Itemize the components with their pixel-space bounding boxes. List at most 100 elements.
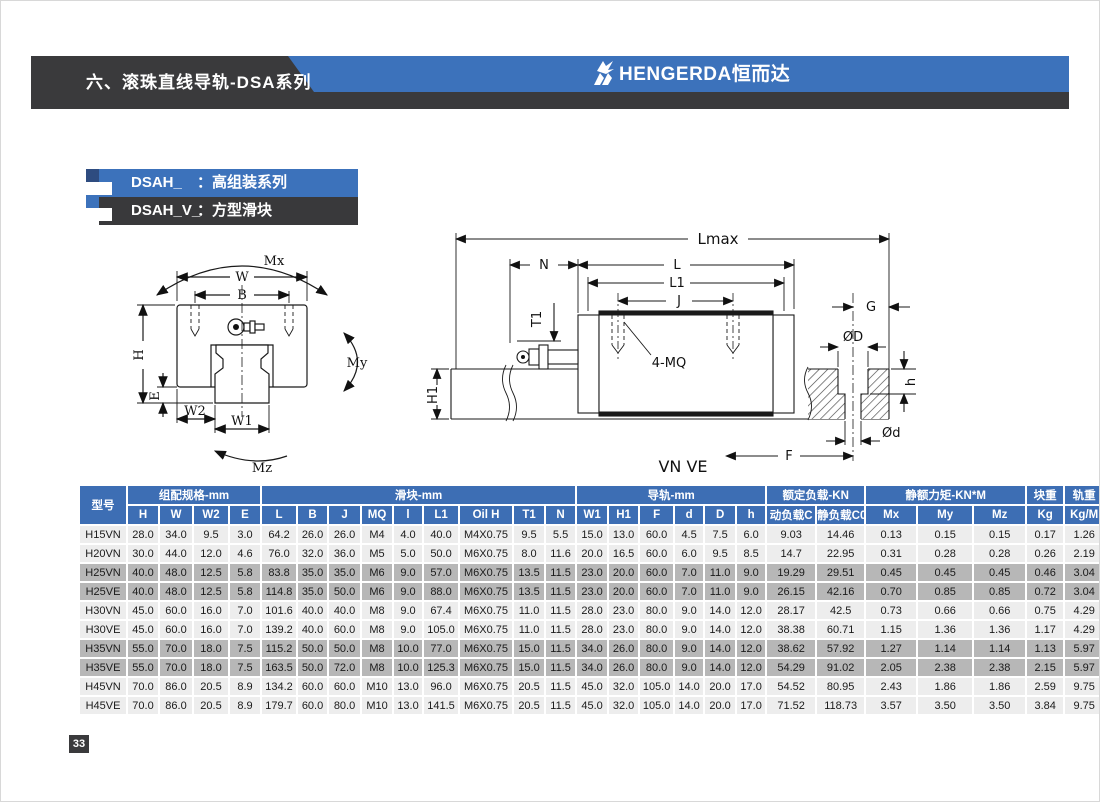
data-cell: 80.0 bbox=[640, 621, 673, 638]
page-title: 六、滚珠直线导轨-DSA系列 bbox=[86, 56, 312, 109]
data-cell: 60.0 bbox=[329, 678, 360, 695]
data-cell: 14.0 bbox=[675, 678, 703, 695]
data-cell: 3.50 bbox=[974, 697, 1025, 714]
column-header: D bbox=[705, 506, 735, 524]
data-cell: 139.2 bbox=[262, 621, 296, 638]
data-cell: 83.8 bbox=[262, 564, 296, 581]
group-header: 额定负载-KN bbox=[767, 486, 864, 504]
table-row: H25VN40.048.012.55.883.835.035.0M69.057.… bbox=[80, 564, 1100, 581]
model-cell: H25VN bbox=[80, 564, 126, 581]
data-cell: M4 bbox=[362, 526, 392, 543]
data-cell: M6 bbox=[362, 564, 392, 581]
data-cell: 0.45 bbox=[918, 564, 972, 581]
data-cell: 55.0 bbox=[128, 659, 158, 676]
data-cell: 50.0 bbox=[329, 640, 360, 657]
data-cell: 26.0 bbox=[609, 640, 638, 657]
model-cell: H15VN bbox=[80, 526, 126, 543]
data-cell: 50.0 bbox=[424, 545, 458, 562]
data-cell: 0.45 bbox=[974, 564, 1025, 581]
column-header-model: 型号 bbox=[80, 486, 126, 524]
data-cell: 2.05 bbox=[866, 659, 916, 676]
data-cell: 20.5 bbox=[194, 678, 228, 695]
data-cell: 11.5 bbox=[546, 697, 575, 714]
data-cell: 11.0 bbox=[514, 602, 544, 619]
data-cell: 67.4 bbox=[424, 602, 458, 619]
column-header: H1 bbox=[609, 506, 638, 524]
data-cell: 2.38 bbox=[918, 659, 972, 676]
column-header: W1 bbox=[577, 506, 607, 524]
data-cell: 7.0 bbox=[675, 583, 703, 600]
data-cell: 72.0 bbox=[329, 659, 360, 676]
data-cell: 40.0 bbox=[298, 621, 327, 638]
data-cell: 32.0 bbox=[298, 545, 327, 562]
data-cell: 28.0 bbox=[577, 621, 607, 638]
data-cell: 9.5 bbox=[705, 545, 735, 562]
page-number: 33 bbox=[69, 735, 89, 753]
column-header: Mx bbox=[866, 506, 916, 524]
data-cell: 20.5 bbox=[194, 697, 228, 714]
data-cell: M6X0.75 bbox=[460, 545, 512, 562]
dim-label-dia-d-small: Ød bbox=[882, 426, 900, 441]
dim-label-mz: Mz bbox=[252, 461, 272, 476]
data-cell: 29.51 bbox=[817, 564, 864, 581]
data-cell: 26.0 bbox=[609, 659, 638, 676]
data-cell: M6X0.75 bbox=[460, 564, 512, 581]
model-cell: H30VN bbox=[80, 602, 126, 619]
data-cell: 5.5 bbox=[546, 526, 575, 543]
data-cell: 71.52 bbox=[767, 697, 815, 714]
data-cell: 5.0 bbox=[394, 545, 422, 562]
data-cell: 80.0 bbox=[640, 640, 673, 657]
data-cell: 35.0 bbox=[329, 564, 360, 581]
data-cell: 23.0 bbox=[609, 602, 638, 619]
column-header: Mz bbox=[974, 506, 1025, 524]
data-cell: 9.75 bbox=[1065, 678, 1100, 695]
data-cell: 17.0 bbox=[737, 678, 765, 695]
data-cell: 0.15 bbox=[918, 526, 972, 543]
data-cell: M6 bbox=[362, 583, 392, 600]
table-row: H20VN30.044.012.04.676.032.036.0M55.050.… bbox=[80, 545, 1100, 562]
data-cell: 32.0 bbox=[609, 697, 638, 714]
data-cell: 5.8 bbox=[230, 583, 260, 600]
data-cell: 40.0 bbox=[128, 583, 158, 600]
column-header: d bbox=[675, 506, 703, 524]
data-cell: 105.0 bbox=[424, 621, 458, 638]
dim-label-my: My bbox=[347, 356, 368, 371]
data-cell: 96.0 bbox=[424, 678, 458, 695]
data-cell: 13.5 bbox=[514, 564, 544, 581]
data-cell: 3.04 bbox=[1065, 583, 1100, 600]
data-cell: 35.0 bbox=[298, 564, 327, 581]
column-header: L1 bbox=[424, 506, 458, 524]
group-header: 导轨-mm bbox=[577, 486, 765, 504]
data-cell: 11.5 bbox=[546, 659, 575, 676]
data-cell: 0.45 bbox=[866, 564, 916, 581]
data-cell: 1.27 bbox=[866, 640, 916, 657]
data-cell: 80.95 bbox=[817, 678, 864, 695]
dim-label-w: W bbox=[235, 270, 249, 285]
data-cell: 7.0 bbox=[230, 602, 260, 619]
data-cell: 125.3 bbox=[424, 659, 458, 676]
data-cell: 15.0 bbox=[514, 640, 544, 657]
data-cell: 91.02 bbox=[817, 659, 864, 676]
data-cell: 9.03 bbox=[767, 526, 815, 543]
data-cell: 34.0 bbox=[577, 640, 607, 657]
data-cell: M6X0.75 bbox=[460, 640, 512, 657]
data-cell: 18.0 bbox=[194, 659, 228, 676]
data-cell: 5.8 bbox=[230, 564, 260, 581]
data-cell: 12.0 bbox=[737, 659, 765, 676]
data-cell: 2.43 bbox=[866, 678, 916, 695]
data-cell: 118.73 bbox=[817, 697, 864, 714]
model-cell: H35VE bbox=[80, 659, 126, 676]
data-cell: M10 bbox=[362, 697, 392, 714]
data-cell: 105.0 bbox=[640, 697, 673, 714]
data-cell: 9.0 bbox=[675, 621, 703, 638]
data-cell: 11.5 bbox=[546, 564, 575, 581]
data-cell: 8.9 bbox=[230, 678, 260, 695]
column-header: Kg bbox=[1027, 506, 1063, 524]
data-cell: 179.7 bbox=[262, 697, 296, 714]
dim-label-l: L bbox=[673, 258, 681, 273]
logo-icon bbox=[589, 59, 616, 86]
data-cell: 0.66 bbox=[918, 602, 972, 619]
group-header: 滑块-mm bbox=[262, 486, 575, 504]
data-cell: M8 bbox=[362, 602, 392, 619]
dim-label-t1: T1 bbox=[530, 311, 545, 328]
